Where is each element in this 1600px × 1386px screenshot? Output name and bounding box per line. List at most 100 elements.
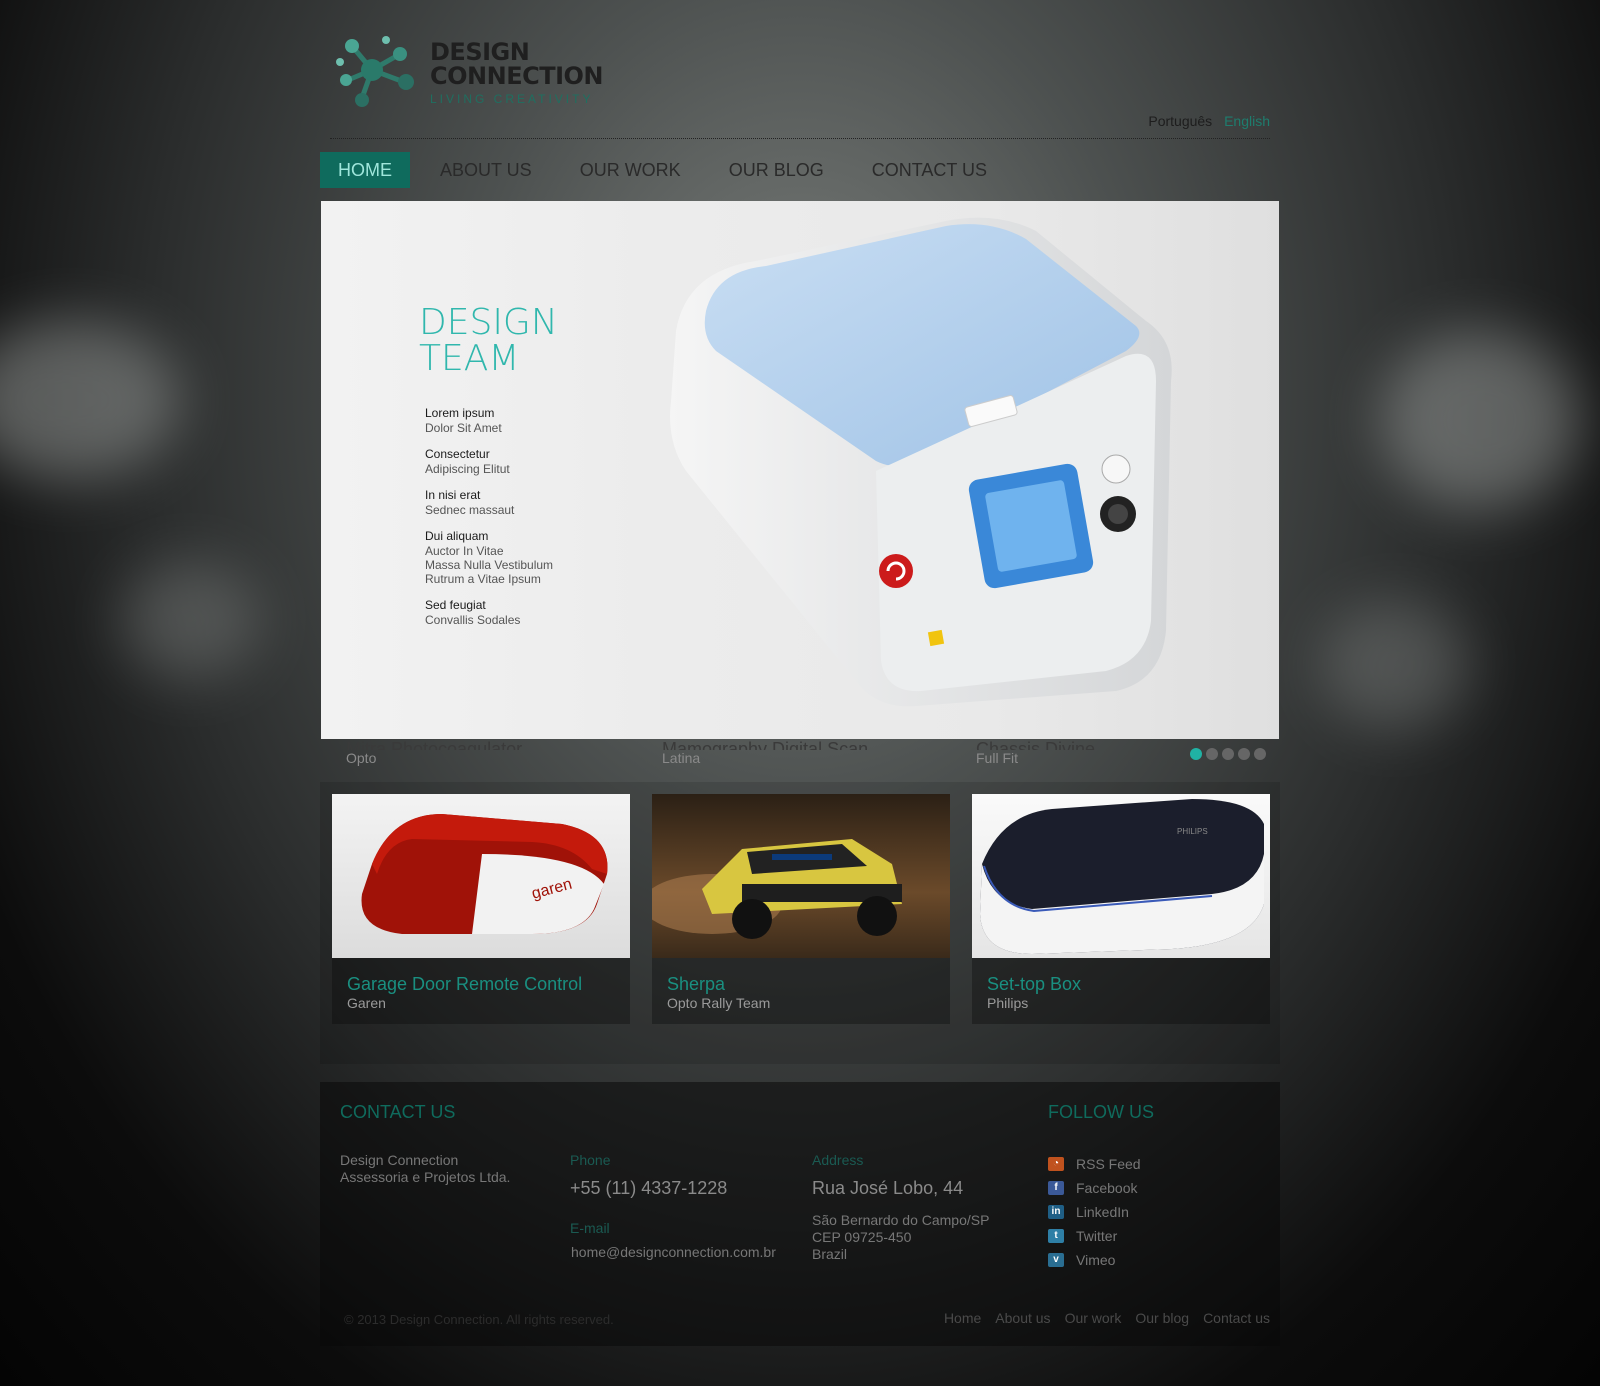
work-card-client: Opto Rally Team [667,995,771,1011]
work-card[interactable]: PHILIPS Set-top Box Philips [972,794,1270,1024]
hero-feature-line: Massa Nulla Vestibulum [425,558,554,572]
slide-caption-title: Mitra Photocoagulator [346,740,523,750]
hero-feature-group: Sed feugiat Convallis Sodales [425,598,625,627]
social-twitter-link[interactable]: t Twitter [1048,1224,1141,1248]
language-english-link[interactable]: English [1224,113,1270,129]
language-switcher: Português English [1140,113,1270,129]
social-label: Facebook [1076,1180,1138,1196]
vimeo-icon: v [1048,1253,1064,1267]
hero-title: DESIGN TEAM [419,305,558,377]
background-blur [1320,600,1470,730]
hero-feature-title: Lorem ipsum [425,406,495,420]
philips-brand-text: PHILIPS [1177,827,1208,836]
footer-company-line: Assessoria e Projetos Ltda. [340,1169,511,1185]
hero-feature-title: Sed feugiat [425,598,486,612]
hero-feature-line: Adipiscing Elitut [425,462,510,476]
hero-feature-line: Convallis Sodales [425,613,521,627]
hero-title-line2: TEAM [419,338,520,379]
footer-email-link[interactable]: home@designconnection.com.br [571,1244,776,1261]
social-links: ◔ RSS Feed f Facebook in LinkedIn t Twit… [1048,1152,1141,1272]
header-divider [330,138,1270,139]
work-card-client: Garen [347,995,386,1011]
background-blur [0,320,180,480]
logo-title-line1: DESIGN [430,38,530,66]
slide-caption[interactable]: Mamography Digital Scan Latina [662,740,868,766]
slider-pagination [1190,748,1266,760]
language-portuguese-link[interactable]: Português [1148,113,1212,129]
social-label: RSS Feed [1076,1156,1141,1172]
logo-title-line2: CONNECTION [430,62,603,90]
logo[interactable]: DESIGN CONNECTION LIVING CREATIVITY [334,32,603,112]
logo-text: DESIGN CONNECTION LIVING CREATIVITY [430,40,603,106]
nav-contact-us[interactable]: CONTACT US [854,152,1005,188]
hero-feature-title: Dui aliquam [425,529,489,543]
social-linkedin-link[interactable]: in LinkedIn [1048,1200,1141,1224]
nav-home[interactable]: HOME [320,152,410,188]
footer-nav: Home About us Our work Our blog Contact … [944,1310,1270,1326]
social-label: Twitter [1076,1228,1118,1244]
social-rss-link[interactable]: ◔ RSS Feed [1048,1152,1141,1176]
work-card-image [652,794,950,958]
hero-feature-group: Consectetur Adipiscing Elitut [425,447,625,476]
work-card[interactable]: garen Garage Door Remote Control Garen [332,794,630,1024]
facebook-icon: f [1048,1181,1064,1195]
nav-about-us[interactable]: ABOUT US [422,152,550,188]
slider-dot[interactable] [1254,748,1266,760]
social-label: Vimeo [1076,1252,1116,1268]
footer-company: Design Connection Assessoria e Projetos … [340,1152,510,1186]
slide-caption[interactable]: Chassis Divine Full Fit [976,740,1095,766]
footer-phone[interactable]: +55 (11) 4337-1228 [570,1178,727,1199]
hero-feature-group: Lorem ipsum Dolor Sit Amet [425,406,625,435]
footer-link-about[interactable]: About us [995,1310,1050,1326]
hero-feature-title: In nisi erat [425,488,481,502]
hero-feature-line: Rutrum a Vitae Ipsum [425,572,541,586]
slide-caption[interactable]: Mitra Photocoagulator Opto [346,740,522,766]
set-top-box-image: PHILIPS [980,799,1264,954]
hero-feature-line: Sednec massaut [425,503,515,517]
footer-address-street: Rua José Lobo, 44 [812,1178,964,1198]
footer-link-home[interactable]: Home [944,1310,981,1326]
slider-dot[interactable] [1238,748,1250,760]
hero-title-line1: DESIGN [419,302,558,343]
social-vimeo-link[interactable]: v Vimeo [1048,1248,1141,1272]
footer-follow-heading: FOLLOW US [1048,1102,1155,1122]
slider-dot[interactable] [1190,748,1202,760]
nav-our-work[interactable]: OUR WORK [562,152,699,188]
footer-link-contact[interactable]: Contact us [1203,1310,1270,1326]
main-nav: HOME ABOUT US OUR WORK OUR BLOG CONTACT … [320,152,1017,188]
copyright: © 2013 Design Connection. All rights res… [344,1312,614,1327]
footer-phone-label: Phone [570,1152,611,1168]
nav-our-blog[interactable]: OUR BLOG [711,152,842,188]
social-facebook-link[interactable]: f Facebook [1048,1176,1141,1200]
work-card-title: Sherpa [667,974,726,994]
hero-feature-group: In nisi erat Sednec massaut [425,488,625,517]
hero-feature-group: Dui aliquam Auctor In Vitae Massa Nulla … [425,529,625,586]
footer: CONTACT US FOLLOW US Design Connection A… [320,1082,1280,1346]
footer-link-work[interactable]: Our work [1065,1310,1122,1326]
footer-contact-heading: CONTACT US [340,1102,456,1122]
twitter-icon: t [1048,1229,1064,1243]
linkedin-icon: in [1048,1205,1064,1219]
footer-address-line: Brazil [812,1246,848,1262]
slide-caption-client: Latina [662,750,701,766]
hero-feature-list: Lorem ipsum Dolor Sit Amet Consectetur A… [425,406,625,639]
slide-caption-client: Full Fit [976,750,1018,766]
slide-caption-client: Opto [346,750,377,766]
hero-slide[interactable]: DESIGN TEAM Lorem ipsum Dolor Sit Amet C… [321,201,1279,739]
footer-address: São Bernardo do Campo/SP CEP 09725-450 B… [812,1212,989,1263]
rally-car-image [652,839,902,939]
social-label: LinkedIn [1076,1204,1129,1220]
work-card-title: Garage Door Remote Control [347,974,583,994]
slider-dot[interactable] [1222,748,1234,760]
hero-feature-line: Auctor In Vitae [425,544,504,558]
background-blur [120,560,260,680]
footer-address-line: CEP 09725-450 [812,1229,912,1245]
garage-remote-image: garen [361,814,608,934]
slider-dot[interactable] [1206,748,1218,760]
work-card[interactable]: Sherpa Opto Rally Team [652,794,950,1024]
footer-company-line: Design Connection [340,1152,459,1168]
footer-link-blog[interactable]: Our blog [1135,1310,1189,1326]
work-card-client: Philips [987,995,1029,1011]
slide-caption-title: Mamography Digital Scan [662,740,869,750]
work-card-title: Set-top Box [987,974,1082,994]
